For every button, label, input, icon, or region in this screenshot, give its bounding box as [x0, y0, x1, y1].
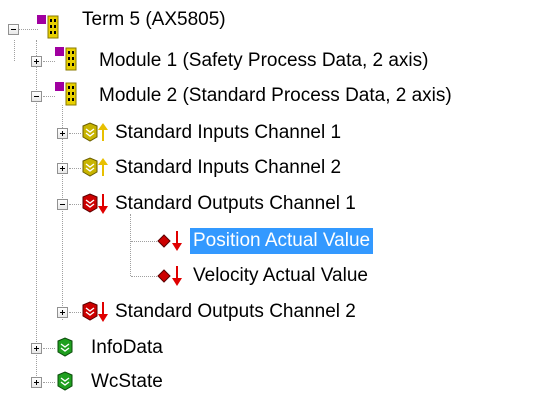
tree-connector: [69, 168, 81, 169]
tree-connector: [69, 133, 81, 134]
tree-item-wcstate[interactable]: WcState: [88, 367, 166, 397]
tree-connector: [131, 241, 157, 242]
output-channel-icon: [82, 192, 110, 221]
expand-toggle-inputs2[interactable]: [57, 163, 68, 174]
expand-toggle-module1[interactable]: [31, 56, 42, 67]
tree-item-label: Position Actual Value: [190, 228, 374, 254]
tree-item-module2[interactable]: Module 2 (Standard Process Data, 2 axis): [96, 81, 455, 111]
module-icon: [55, 81, 81, 112]
collapse-toggle-outputs1[interactable]: [57, 199, 68, 210]
tree-connector: [69, 204, 81, 205]
tree-item-position-actual-value[interactable]: Position Actual Value: [190, 226, 374, 256]
tree-item-label: Standard Inputs Channel 1: [115, 122, 342, 143]
expand-toggle-outputs2[interactable]: [57, 307, 68, 318]
tree-item-label: Module 2 (Standard Process Data, 2 axis): [99, 85, 452, 106]
tree-item-label: Term 5 (AX5805): [82, 9, 226, 30]
tree-item-label: Standard Outputs Channel 2: [115, 301, 356, 322]
tree-connector: [43, 382, 55, 383]
tree-item-infodata[interactable]: InfoData: [88, 333, 166, 363]
tree-item-label: WcState: [91, 371, 163, 392]
tree-connector: [43, 348, 55, 349]
expand-toggle-wcstate[interactable]: [31, 377, 42, 388]
expand-toggle-infodata[interactable]: [31, 343, 42, 354]
tree-item-inputs1[interactable]: Standard Inputs Channel 1: [112, 118, 344, 148]
tree-connector: [16, 29, 38, 30]
wc-state-icon: [56, 370, 76, 399]
collapse-toggle-term[interactable]: [8, 24, 19, 35]
module-icon: [55, 46, 81, 77]
tree-connector: [14, 40, 15, 61]
info-data-icon: [56, 336, 76, 365]
input-channel-icon: [82, 156, 110, 185]
tree-item-inputs2[interactable]: Standard Inputs Channel 2: [112, 153, 344, 183]
tree-item-term[interactable]: Term 5 (AX5805): [79, 5, 229, 35]
output-variable-icon: [157, 264, 185, 293]
tree-item-label: Standard Outputs Channel 1: [115, 193, 356, 214]
terminal-module-icon: [37, 14, 63, 45]
output-variable-icon: [157, 229, 185, 258]
tree-item-label: Standard Inputs Channel 2: [115, 157, 342, 178]
tree-connector: [130, 214, 131, 276]
input-channel-icon: [82, 121, 110, 150]
expand-toggle-inputs1[interactable]: [57, 128, 68, 139]
output-channel-icon: [82, 300, 110, 329]
tree-item-outputs2[interactable]: Standard Outputs Channel 2: [112, 297, 359, 327]
tree-connector: [43, 96, 55, 97]
tree-connector: [69, 312, 81, 313]
tree-connector: [131, 276, 157, 277]
collapse-toggle-module2[interactable]: [31, 91, 42, 102]
tree-item-outputs1[interactable]: Standard Outputs Channel 1: [112, 189, 359, 219]
tree-item-label: Module 1 (Safety Process Data, 2 axis): [99, 50, 429, 71]
tree-connector: [43, 61, 55, 62]
tree-item-velocity-actual-value[interactable]: Velocity Actual Value: [190, 261, 371, 291]
tree-item-label: Velocity Actual Value: [193, 265, 368, 286]
tree-item-module1[interactable]: Module 1 (Safety Process Data, 2 axis): [96, 46, 431, 76]
tree-item-label: InfoData: [91, 337, 163, 358]
